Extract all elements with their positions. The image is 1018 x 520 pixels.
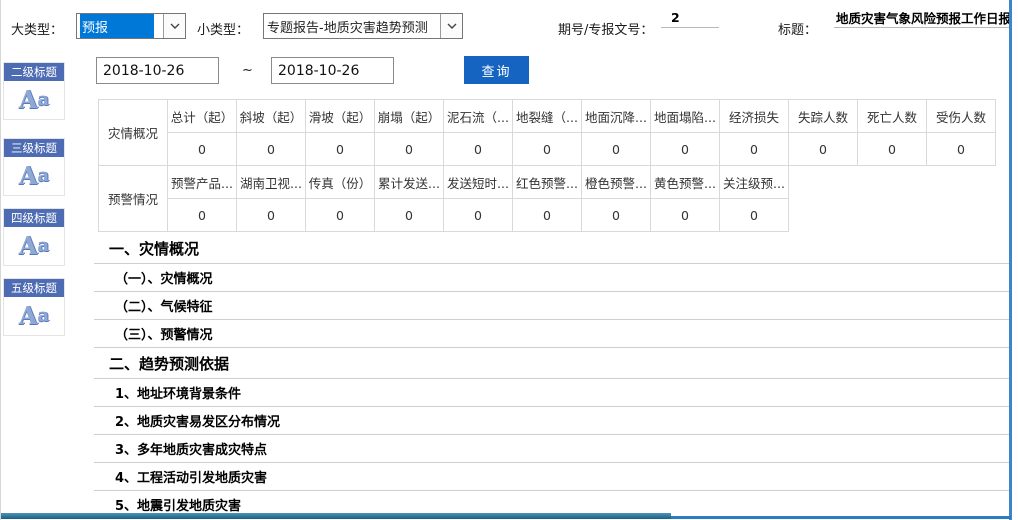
table-cell-value: 0 — [306, 199, 375, 232]
report-editor-window: 大类型： 预报 小类型： 专题报告-地质灾害趋势预测 期号/专报文号： 标题： … — [0, 0, 1018, 520]
big-type-label: 大类型： — [11, 19, 63, 38]
table-cell-value: 0 — [720, 199, 789, 232]
table-group-label: 灾情概况 — [99, 100, 168, 166]
outline-item[interactable]: 2、地质灾害易发区分布情况 — [94, 407, 1009, 435]
small-type-selected-value: 专题报告-地质灾害趋势预测 — [267, 17, 428, 36]
table-cell-value: 0 — [720, 133, 789, 166]
table-column-header: 地裂缝（... — [513, 100, 582, 133]
title-field[interactable] — [834, 10, 1010, 28]
table-cell-value: 0 — [168, 199, 237, 232]
heading-level-4-label: 四级标题 — [4, 209, 64, 227]
outline-item[interactable]: 1、地址环境背景条件 — [94, 379, 1009, 407]
table-cell-value: 0 — [444, 199, 513, 232]
heading-level-2-label: 二级标题 — [4, 63, 64, 81]
table-cell-value: 0 — [375, 133, 444, 166]
outline-item[interactable]: 4、工程活动引发地质灾害 — [94, 463, 1009, 491]
table-group-label: 预警情况 — [99, 166, 168, 232]
table-column-header: 地面沉降... — [582, 100, 651, 133]
horizontal-scrollbar-thumb[interactable] — [1, 513, 671, 519]
sidebar-item-heading-level-4[interactable]: 四级标题 Aa — [3, 208, 65, 266]
big-type-select[interactable]: 预报 — [76, 13, 186, 39]
table-column-header: 橙色预警... — [582, 166, 651, 199]
sidebar-item-heading-level-2[interactable]: 二级标题 Aa — [3, 62, 65, 120]
small-type-selected-wrap: 专题报告-地质灾害趋势预测 — [264, 14, 440, 38]
table-column-header: 经济损失 — [720, 100, 789, 133]
table-column-header: 泥石流（... — [444, 100, 513, 133]
small-type-label: 小类型： — [197, 19, 249, 38]
table-cell-value: 0 — [444, 133, 513, 166]
table-cell-value: 0 — [237, 199, 306, 232]
table-cell-value: 0 — [168, 133, 237, 166]
outline-item[interactable]: （一）、灾情概况 — [94, 264, 1009, 292]
date-from-input[interactable] — [96, 57, 219, 84]
table-cell-value: 0 — [651, 199, 720, 232]
table-column-header: 累计发送... — [375, 166, 444, 199]
chevron-down-icon[interactable] — [440, 14, 462, 38]
table-column-header: 发送短时... — [444, 166, 513, 199]
table-cell-value: 0 — [513, 133, 582, 166]
table-column-header: 斜坡（起） — [237, 100, 306, 133]
table-cell-value: 0 — [789, 133, 858, 166]
table-column-header: 红色预警... — [513, 166, 582, 199]
heading-style-icon: Aa — [4, 81, 64, 119]
summary-table-group-1: 预警情况预警产品...湖南卫视...传真（份）累计发送...发送短时...红色预… — [98, 165, 789, 232]
table-column-header: 滑坡（起） — [306, 100, 375, 133]
heading-style-icon: Aa — [4, 227, 64, 265]
table-cell-value: 0 — [927, 133, 996, 166]
table-column-header: 总计（起） — [168, 100, 237, 133]
document-outline: 一、灾情概况（一）、灾情概况（二）、气候特征（三）、预警情况二、趋势预测依据1、… — [94, 233, 1009, 519]
outline-item[interactable]: （二）、气候特征 — [94, 292, 1009, 320]
outline-item[interactable]: 一、灾情概况 — [94, 233, 1009, 264]
table-cell-value: 0 — [582, 199, 651, 232]
table-column-header: 黄色预警... — [651, 166, 720, 199]
table-cell-value: 0 — [375, 199, 444, 232]
sidebar-item-heading-level-3[interactable]: 三级标题 Aa — [3, 138, 65, 196]
table-column-header: 预警产品... — [168, 166, 237, 199]
issue-number-label: 期号/专报文号： — [558, 19, 653, 38]
heading-style-icon: Aa — [4, 297, 64, 335]
heading-style-icon: Aa — [4, 157, 64, 195]
heading-level-5-label: 五级标题 — [4, 279, 64, 297]
title-label: 标题： — [778, 19, 817, 38]
small-type-select[interactable]: 专题报告-地质灾害趋势预测 — [263, 13, 463, 39]
table-cell-value: 0 — [651, 133, 720, 166]
table-column-header: 关注级预... — [720, 166, 789, 199]
table-column-header: 湖南卫视... — [237, 166, 306, 199]
window-right-border — [1009, 0, 1012, 520]
table-column-header: 死亡人数 — [858, 100, 927, 133]
summary-table-group-0: 灾情概况总计（起）斜坡（起）滑坡（起）崩塌（起）泥石流（...地裂缝（...地面… — [98, 99, 996, 166]
chevron-down-icon[interactable] — [163, 14, 185, 38]
heading-level-3-label: 三级标题 — [4, 139, 64, 157]
table-cell-value: 0 — [513, 199, 582, 232]
table-column-header: 传真（份） — [306, 166, 375, 199]
date-to-input[interactable] — [271, 57, 394, 84]
outline-item[interactable]: （三）、预警情况 — [94, 320, 1009, 348]
outline-item[interactable]: 3、多年地质灾害成灾特点 — [94, 435, 1009, 463]
big-type-selected-wrap: 预报 — [77, 14, 163, 38]
table-column-header: 失踪人数 — [789, 100, 858, 133]
table-column-header: 崩塌（起） — [375, 100, 444, 133]
table-column-header: 受伤人数 — [927, 100, 996, 133]
summary-table: 灾情概况总计（起）斜坡（起）滑坡（起）崩塌（起）泥石流（...地裂缝（...地面… — [98, 100, 996, 232]
big-type-selected-value: 预报 — [80, 14, 154, 38]
table-cell-value: 0 — [306, 133, 375, 166]
table-cell-value: 0 — [858, 133, 927, 166]
table-cell-value: 0 — [237, 133, 306, 166]
outline-item[interactable]: 二、趋势预测依据 — [94, 348, 1009, 379]
table-cell-value: 0 — [582, 133, 651, 166]
sidebar-item-heading-level-5[interactable]: 五级标题 Aa — [3, 278, 65, 336]
table-column-header: 地面塌陷... — [651, 100, 720, 133]
query-button[interactable]: 查询 — [464, 56, 529, 84]
issue-number-field[interactable] — [661, 10, 719, 28]
date-range-tilde: ~ — [242, 63, 253, 78]
